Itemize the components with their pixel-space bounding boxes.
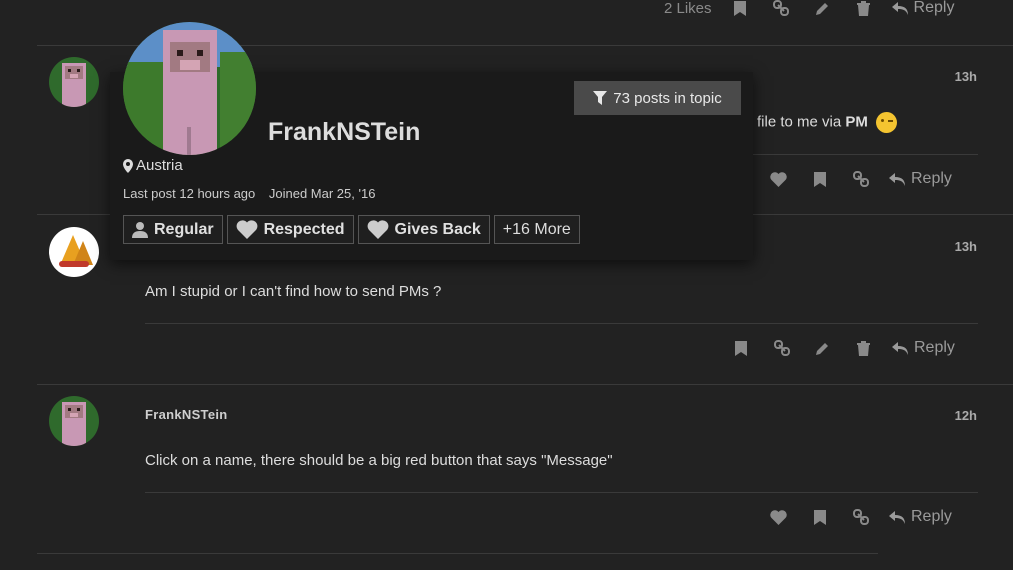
post-time[interactable]: 13h <box>955 69 977 84</box>
post-actions: Reply <box>758 167 952 191</box>
post-text: Am I stupid or I can't find how to send … <box>145 283 442 300</box>
heart-icon <box>236 220 257 239</box>
user-card-avatar[interactable] <box>123 22 256 155</box>
posts-in-topic-button[interactable]: 73 posts in topic <box>574 81 741 115</box>
map-marker-icon <box>123 158 133 173</box>
trash-icon[interactable] <box>843 0 884 20</box>
bookmark-icon[interactable] <box>799 505 840 529</box>
pencil-icon[interactable] <box>802 336 843 360</box>
post-actions: Reply <box>720 336 955 360</box>
user-last-post: Last post 12 hours ago <box>123 186 256 201</box>
user-location-text: Austria <box>136 157 183 174</box>
filter-icon <box>593 91 608 105</box>
reply-icon <box>891 1 908 15</box>
post-divider <box>37 553 878 554</box>
badge-label: Gives Back <box>394 220 481 238</box>
post-text: Click on a name, there should be a big r… <box>145 452 613 469</box>
reply-button[interactable]: Reply <box>891 0 955 17</box>
bookmark-icon[interactable] <box>720 336 761 360</box>
badge-label: Respected <box>263 220 345 238</box>
post-actions: Reply <box>758 505 952 529</box>
pencil-icon[interactable] <box>802 0 843 20</box>
post-time[interactable]: 12h <box>955 408 977 423</box>
user-joined: Joined Mar 25, '16 <box>268 186 376 201</box>
post-content-divider <box>145 492 978 493</box>
link-icon[interactable] <box>840 167 881 191</box>
likes-count[interactable]: 2 Likes <box>664 0 712 17</box>
user-badges: Regular Respected Gives Back +16 More <box>123 215 580 244</box>
reply-icon <box>892 341 908 355</box>
link-icon[interactable] <box>840 505 881 529</box>
post-content-divider <box>145 323 978 324</box>
user-card-name[interactable]: FrankNSTein <box>268 118 420 147</box>
badge-respected[interactable]: Respected <box>226 215 354 244</box>
badge-regular[interactable]: Regular <box>123 215 223 244</box>
reply-label: Reply <box>914 339 955 356</box>
posts-in-topic-label: 73 posts in topic <box>613 89 722 107</box>
reply-icon <box>889 510 905 524</box>
link-icon[interactable] <box>761 0 802 20</box>
trash-icon[interactable] <box>843 336 884 360</box>
bookmark-icon[interactable] <box>720 0 761 20</box>
bookmark-icon[interactable] <box>799 167 840 191</box>
badge-label: Regular <box>154 220 214 238</box>
top-post-actions: 2 Likes Reply <box>664 0 954 20</box>
reply-label: Reply <box>911 508 952 525</box>
post-username[interactable]: FrankNSTein <box>145 407 228 422</box>
link-icon[interactable] <box>761 336 802 360</box>
avatar[interactable] <box>49 57 99 107</box>
badge-gives-back[interactable]: Gives Back <box>357 215 490 244</box>
heart-icon[interactable] <box>758 505 799 529</box>
user-meta: Last post 12 hours ago Joined Mar 25, '1… <box>123 186 375 201</box>
avatar[interactable] <box>49 227 99 277</box>
reply-button[interactable]: Reply <box>889 508 952 526</box>
post-text: file to me via PM <box>757 112 898 133</box>
post-time[interactable]: 13h <box>955 239 977 254</box>
more-badges-button[interactable]: +16 More <box>493 215 580 244</box>
user-icon <box>132 222 148 238</box>
heart-icon <box>367 220 388 239</box>
user-location: Austria <box>123 157 183 174</box>
wink-emoji-icon <box>876 112 898 133</box>
reply-icon <box>889 172 905 186</box>
reply-label: Reply <box>913 0 955 16</box>
post-divider <box>37 384 1013 385</box>
heart-icon[interactable] <box>758 167 799 191</box>
reply-label: Reply <box>911 170 952 187</box>
avatar[interactable] <box>49 396 99 446</box>
reply-button[interactable]: Reply <box>889 170 952 188</box>
reply-button[interactable]: Reply <box>892 339 955 357</box>
